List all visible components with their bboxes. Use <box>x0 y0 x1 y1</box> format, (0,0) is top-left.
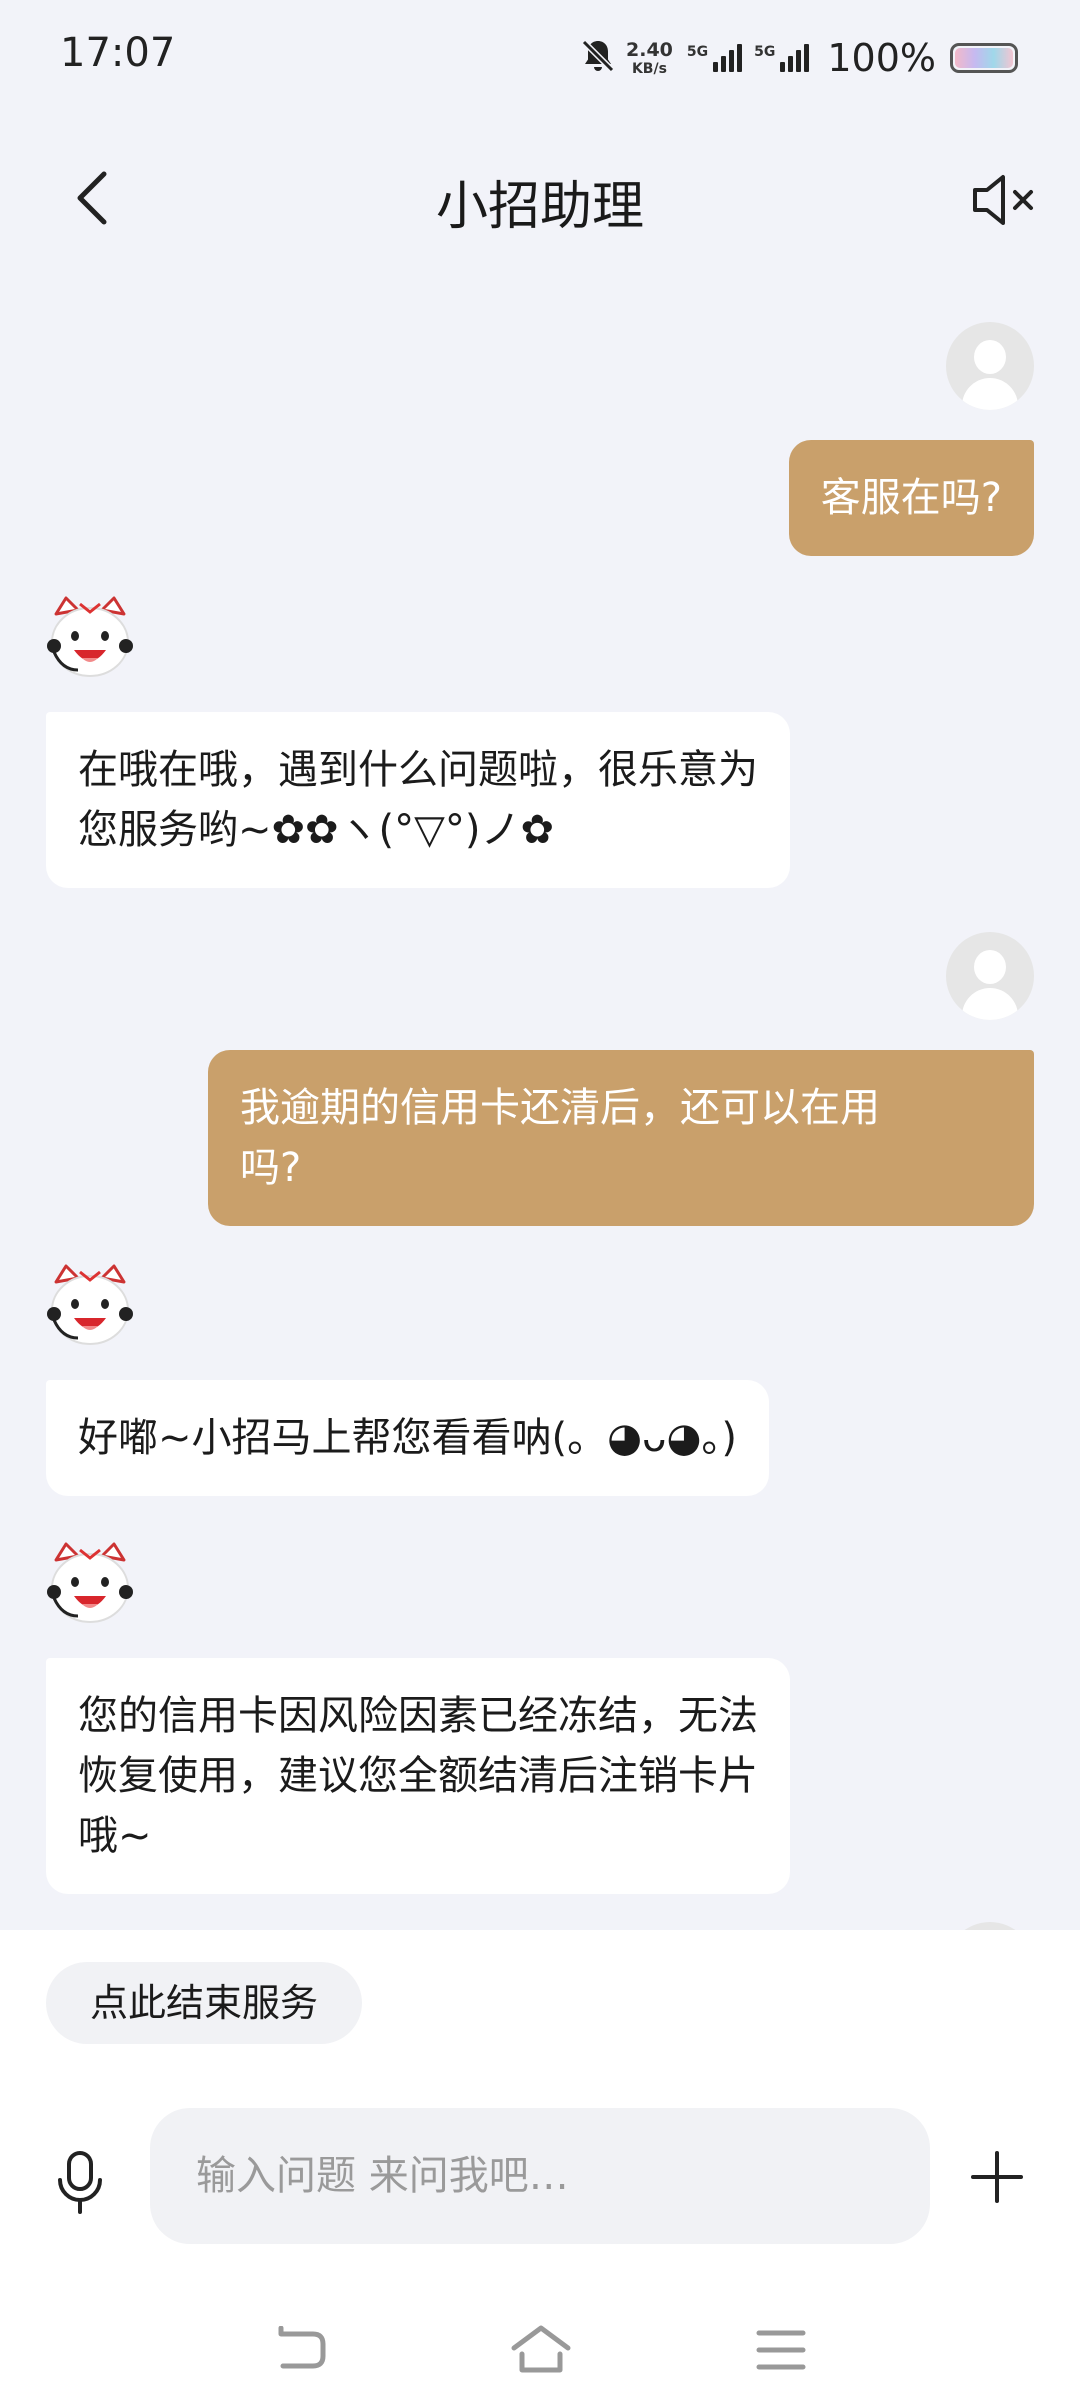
user-avatar <box>946 932 1034 1020</box>
user-message-bubble[interactable]: 我逾期的信用卡还清后，还可以在用 吗? <box>208 1050 1034 1226</box>
cat-mascot-icon <box>47 1264 133 1345</box>
menu-nav-icon <box>755 2327 807 2377</box>
system-navigation-bar <box>0 2300 1080 2400</box>
message-input[interactable] <box>150 2108 930 2244</box>
back-nav-icon <box>273 2325 329 2378</box>
sim1-label: 5G <box>686 44 709 60</box>
bot-avatar <box>44 1542 136 1630</box>
user-avatar <box>946 1922 1034 1930</box>
bot-message-bubble[interactable]: 您的信用卡因风险因素已经冻结，无法 恢复使用，建议您全额结清后注销卡片 哦~ <box>46 1658 790 1894</box>
plus-icon <box>969 2149 1025 2209</box>
signal-icon-2: 5G <box>754 44 810 72</box>
sim2-label: 5G <box>754 44 776 60</box>
user-message-bubble[interactable]: 客服在吗? <box>788 440 1034 556</box>
more-options-button[interactable] <box>960 2142 1034 2216</box>
bot-message-bubble[interactable]: 好嘟~小招马上帮您看看呐(。◕ᴗ◕。) <box>46 1380 770 1496</box>
chat-message-list[interactable]: 客服在吗? 在哦在哦，遇到什么问题啦，很乐意为 您服务哟~✿✿ヽ(°▽°)ノ✿ … <box>0 300 1080 1930</box>
chat-header: 小招助理 <box>0 140 1080 260</box>
nav-back-button[interactable] <box>266 2322 336 2382</box>
home-nav-icon <box>510 2324 572 2380</box>
bot-avatar <box>44 1264 136 1352</box>
network-speed: 2.40 KB/s <box>626 38 673 77</box>
bot-avatar <box>44 596 136 684</box>
nav-home-button[interactable] <box>506 2322 576 2382</box>
bot-message-bubble[interactable]: 在哦在哦，遇到什么问题啦，很乐意为 您服务哟~✿✿ヽ(°▽°)ノ✿ <box>46 712 790 888</box>
signal-icon: 5G <box>686 44 743 72</box>
microphone-icon <box>54 2150 106 2220</box>
input-panel: 点此结束服务 <box>0 1930 1080 2400</box>
battery-icon <box>950 43 1018 73</box>
battery-percent: 100% <box>827 36 936 80</box>
status-bar: 17:07 2.40 KB/s 5G 5G 100% <box>0 0 1080 118</box>
cat-mascot-icon <box>47 596 133 677</box>
nav-menu-button[interactable] <box>746 2322 816 2382</box>
voice-input-button[interactable] <box>40 2140 120 2230</box>
bell-muted-icon <box>578 36 618 80</box>
page-title: 小招助理 <box>435 177 644 237</box>
user-avatar <box>946 322 1034 410</box>
speaker-muted-icon <box>969 172 1039 232</box>
mute-toggle-button[interactable] <box>964 162 1044 242</box>
end-service-button[interactable]: 点此结束服务 <box>46 1962 363 2044</box>
network-speed-unit: KB/s <box>631 60 667 77</box>
cat-mascot-icon <box>47 1542 133 1623</box>
status-time: 17:07 <box>60 30 176 76</box>
status-indicators: 2.40 KB/s 5G 5G 100% <box>578 34 1018 82</box>
network-speed-value: 2.40 <box>626 38 673 61</box>
